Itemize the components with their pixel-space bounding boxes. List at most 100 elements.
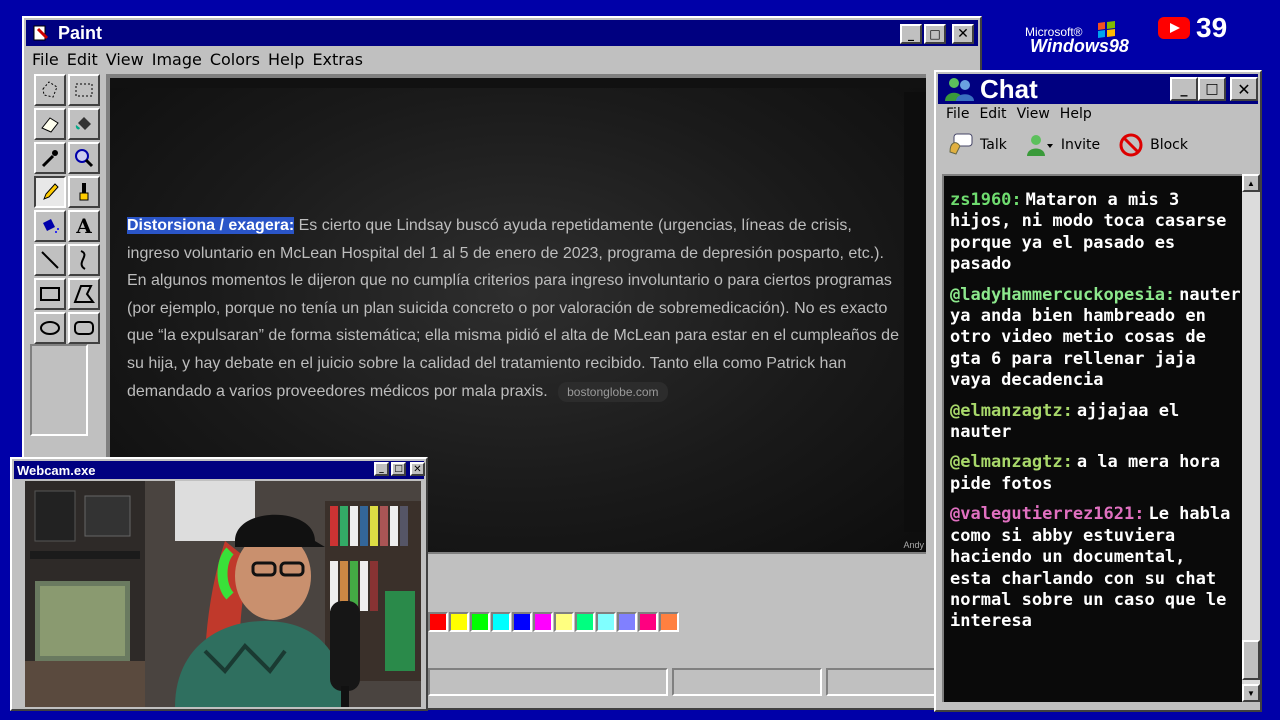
youtube-count: 39 — [1196, 12, 1228, 43]
magnifier-tool[interactable] — [68, 142, 100, 174]
maximize-button[interactable]: □ — [924, 24, 946, 44]
close-button[interactable]: ✕ — [952, 24, 974, 44]
chat-menu-help[interactable]: Help — [1060, 106, 1092, 122]
chat-menu-view[interactable]: View — [1017, 106, 1050, 122]
invite-button[interactable]: Invite — [1025, 132, 1100, 158]
paint-title: Paint — [58, 22, 103, 43]
canvas-highlight-text: Distorsiona / exagera: — [127, 217, 295, 234]
chat-window: Chat _ □ ✕ File Edit View Help Talk Invi… — [934, 70, 1262, 712]
chat-username[interactable]: @ladyHammercuckopesia: — [950, 285, 1175, 305]
tool-options-box[interactable] — [30, 344, 88, 436]
pencil-tool[interactable] — [34, 176, 66, 208]
text-tool[interactable]: A — [68, 210, 100, 242]
chat-menu-edit[interactable]: Edit — [979, 106, 1006, 122]
source-chip[interactable]: bostonglobe.com — [558, 381, 668, 402]
color-swatch[interactable] — [575, 612, 595, 632]
polygon-tool[interactable] — [68, 278, 100, 310]
menu-file[interactable]: File — [32, 50, 59, 69]
chat-username[interactable]: zs1960: — [950, 190, 1022, 210]
canvas-body-text: Es cierto que Lindsay buscó ayuda repeti… — [127, 217, 899, 400]
webcam-scene-image — [25, 481, 421, 707]
color-swatch[interactable] — [617, 612, 637, 632]
color-swatch[interactable] — [596, 612, 616, 632]
menu-extras[interactable]: Extras — [312, 50, 363, 69]
canvas-text: Distorsiona / exagera: Es cierto que Lin… — [127, 212, 907, 405]
minimize-button[interactable]: _ — [900, 24, 922, 44]
color-swatch[interactable] — [428, 612, 448, 632]
menu-image[interactable]: Image — [152, 50, 202, 69]
text-a-icon: A — [76, 214, 92, 238]
color-swatch[interactable] — [512, 612, 532, 632]
chat-title: Chat — [980, 73, 1038, 104]
block-button[interactable]: Block — [1118, 132, 1188, 158]
chat-message: @valegutierrez1621: Le habla como si abby… — [950, 504, 1234, 632]
rect-select-tool[interactable] — [68, 74, 100, 106]
eyedropper-icon — [41, 150, 58, 168]
chat-username[interactable]: @elmanzagtz: — [950, 401, 1073, 421]
paint-titlebar[interactable]: Paint — [26, 20, 978, 46]
chat-minimize-button[interactable]: _ — [1170, 77, 1198, 101]
paint-app-icon — [33, 25, 49, 41]
paint-bucket-icon — [75, 117, 91, 130]
webcam-minimize-button[interactable]: _ — [374, 462, 389, 476]
chat-maximize-button[interactable]: □ — [1198, 77, 1226, 101]
webcam-title: Webcam.exe — [17, 462, 96, 478]
chat-menu-file[interactable]: File — [946, 106, 969, 122]
chat-username[interactable]: @elmanzagtz: — [950, 452, 1073, 472]
chat-close-button[interactable]: ✕ — [1230, 77, 1258, 101]
talk-button[interactable]: Talk — [946, 132, 1007, 158]
color-swatch[interactable] — [533, 612, 553, 632]
webcam-close-button[interactable]: ✕ — [410, 462, 425, 476]
talk-label: Talk — [980, 137, 1007, 153]
menu-view[interactable]: View — [106, 50, 144, 69]
paint-menubar: File Edit View Image Colors Help Extras — [32, 50, 371, 69]
color-swatch[interactable] — [470, 612, 490, 632]
status-pane-main — [428, 668, 668, 696]
free-select-tool[interactable] — [34, 74, 66, 106]
color-palette — [428, 612, 680, 632]
eraser-tool[interactable] — [34, 108, 66, 140]
color-swatch[interactable] — [491, 612, 511, 632]
free-select-icon — [42, 81, 58, 98]
rectangle-tool[interactable] — [34, 278, 66, 310]
canvas-corner-text: Andy — [903, 540, 924, 550]
youtube-counter: 39 — [1158, 12, 1227, 44]
menu-help[interactable]: Help — [268, 50, 304, 69]
logo-windows98-text: Windows98 — [1030, 36, 1129, 56]
chat-menubar: File Edit View Help — [946, 106, 1102, 122]
invite-icon — [1026, 135, 1053, 156]
eraser-icon — [41, 117, 59, 133]
chat-username[interactable]: @valegutierrez1621: — [950, 504, 1144, 524]
color-swatch[interactable] — [554, 612, 574, 632]
webcam-feed — [25, 481, 421, 707]
webcam-window: Webcam.exe _ □ ✕ — [10, 457, 428, 711]
airbrush-tool[interactable] — [34, 210, 66, 242]
color-swatch[interactable] — [449, 612, 469, 632]
chat-scrollbar[interactable]: ▲ ▼ — [1242, 174, 1260, 702]
chat-toolbar: Talk Invite Block — [946, 132, 1206, 158]
menu-edit[interactable]: Edit — [67, 50, 98, 69]
line-tool[interactable] — [34, 244, 66, 276]
line-icon — [41, 251, 59, 269]
chat-messages: zs1960: Mataron a mis 3 hijos, ni modo to… — [942, 174, 1242, 702]
webcam-titlebar[interactable]: Webcam.exe — [14, 461, 424, 479]
status-bar — [428, 668, 982, 698]
ellipse-tool[interactable] — [34, 312, 66, 344]
magnifier-icon — [75, 149, 94, 168]
scroll-up-button[interactable]: ▲ — [1242, 174, 1260, 192]
rounded-rect-tool[interactable] — [68, 312, 100, 344]
curve-icon — [80, 250, 86, 270]
curve-tool[interactable] — [68, 244, 100, 276]
scroll-down-button[interactable]: ▼ — [1242, 684, 1260, 702]
color-picker-tool[interactable] — [34, 142, 66, 174]
webcam-maximize-button[interactable]: □ — [391, 462, 406, 476]
rounded-rect-icon — [74, 321, 94, 335]
color-swatch[interactable] — [638, 612, 658, 632]
chat-message: @elmanzagtz: a la mera hora pide fotos — [950, 452, 1234, 495]
invite-label: Invite — [1060, 137, 1101, 153]
scroll-thumb[interactable] — [1242, 640, 1260, 680]
brush-tool[interactable] — [68, 176, 100, 208]
color-swatch[interactable] — [659, 612, 679, 632]
menu-colors[interactable]: Colors — [210, 50, 260, 69]
fill-tool[interactable] — [68, 108, 100, 140]
